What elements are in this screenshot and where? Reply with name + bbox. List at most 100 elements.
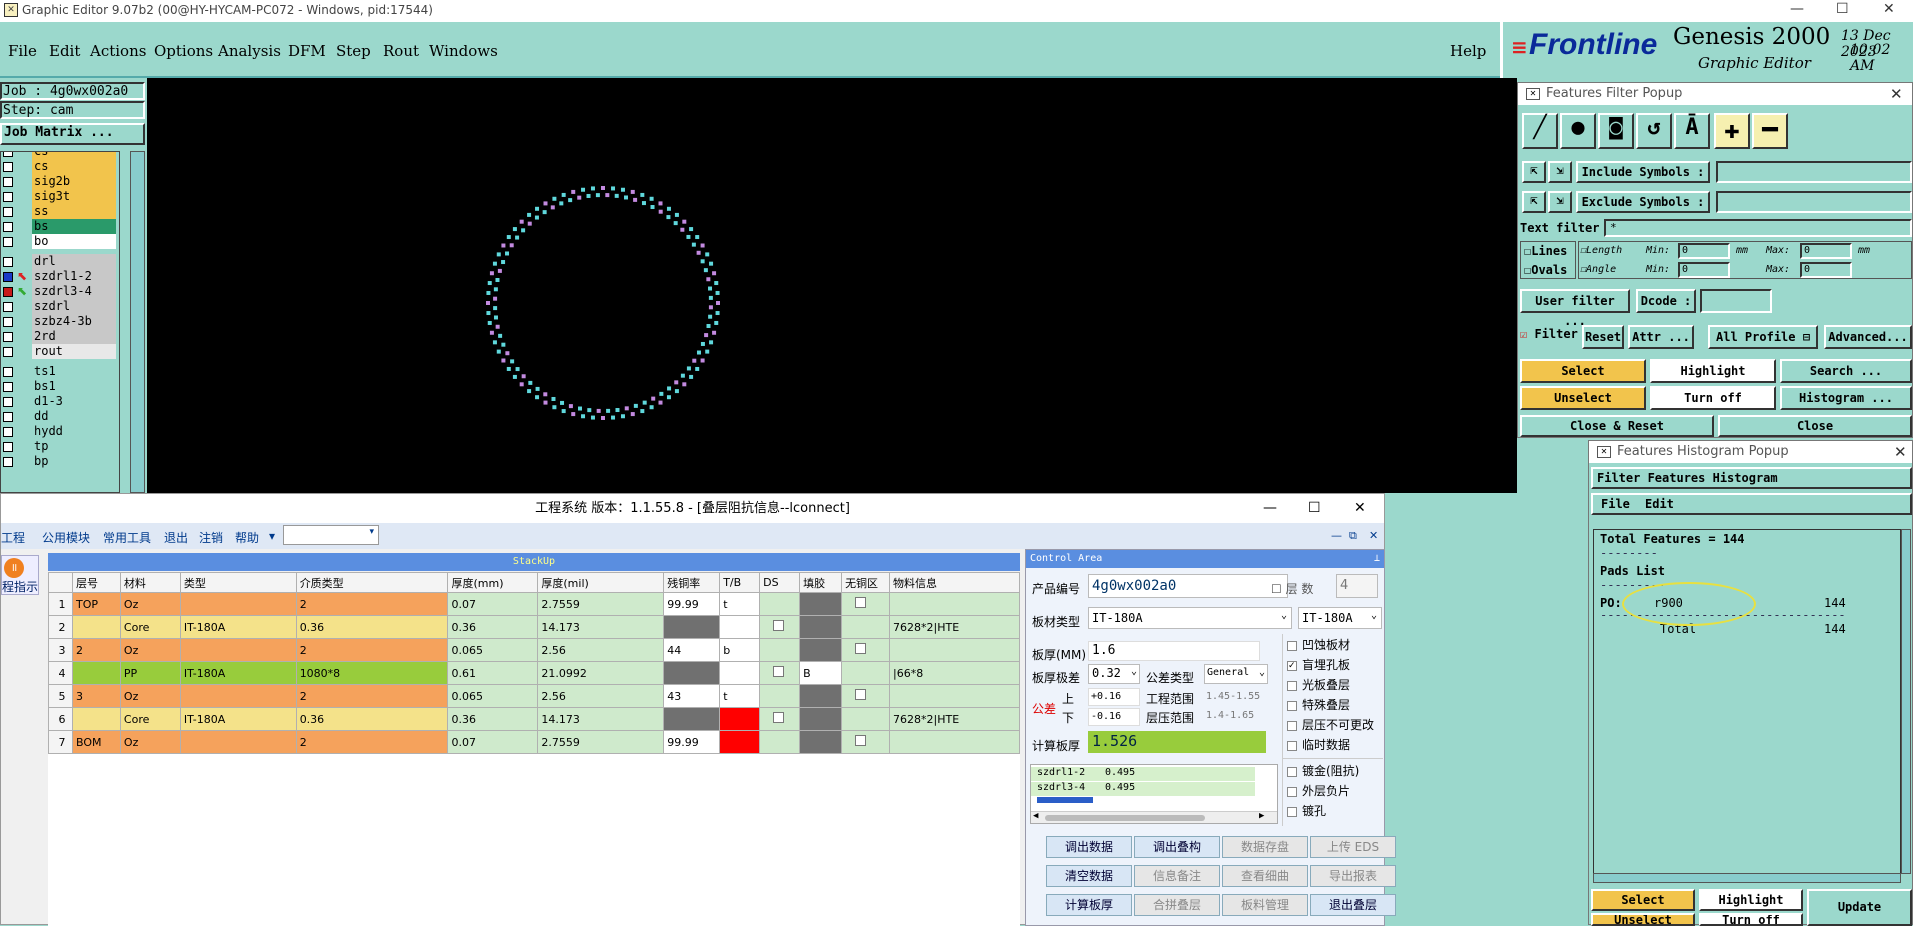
pad-feature[interactable] (641, 201, 646, 206)
table-cell[interactable]: 2 (295, 684, 449, 708)
app-menu-combo[interactable]: ▾ (283, 525, 379, 545)
option-checkbox[interactable]: 外层负片 (1287, 782, 1350, 799)
app-minimize-button[interactable]: — (1263, 494, 1277, 523)
text-tool-icon[interactable]: Ā (1674, 113, 1710, 149)
table-cell[interactable]: BOM (71, 730, 121, 754)
table-cell[interactable]: 44 (663, 638, 721, 662)
option-checkbox[interactable]: 凹蚀板材 (1287, 636, 1350, 653)
option-checkbox[interactable]: 光板叠层 (1287, 676, 1350, 693)
column-header[interactable]: T/B (719, 572, 761, 593)
table-cell[interactable]: t (719, 684, 761, 708)
table-cell[interactable]: Oz (119, 638, 181, 662)
pad-feature[interactable] (590, 186, 595, 191)
pad-feature[interactable] (712, 330, 717, 335)
layer-checkbox[interactable] (3, 347, 13, 357)
table-cell[interactable]: 1 (48, 592, 73, 616)
menu-file[interactable]: File (8, 42, 37, 60)
table-cell[interactable]: B (799, 661, 843, 685)
table-cell[interactable]: 2.7559 (537, 730, 665, 754)
menu-step[interactable]: Step (336, 42, 371, 60)
exclude-symbols-input[interactable] (1716, 191, 1912, 213)
column-header[interactable]: 填胶 (799, 572, 843, 593)
layer-row-sig2b[interactable]: sig2b (0, 174, 118, 189)
pad-feature[interactable] (658, 201, 663, 206)
pin-icon[interactable]: ⊥ (1374, 550, 1380, 568)
table-cell[interactable]: 21.0992 (537, 661, 665, 685)
layer-row-cs[interactable]: cs (0, 152, 118, 159)
row-checkbox[interactable] (855, 735, 867, 746)
table-cell[interactable] (841, 615, 891, 639)
pad-feature[interactable] (501, 260, 506, 265)
table-cell[interactable] (841, 592, 891, 616)
pad-feature[interactable] (709, 261, 714, 266)
plus-icon[interactable]: ✚ (1714, 113, 1750, 149)
pad-feature[interactable] (501, 243, 506, 248)
pad-feature[interactable] (577, 195, 582, 200)
angle-checkbox[interactable]: ☐Angle (1580, 264, 1616, 275)
table-cell[interactable]: 99.99 (663, 730, 721, 754)
board-type-select-2[interactable]: IT-180A ⌄ (1298, 607, 1382, 629)
menu-analysis[interactable]: Analysis (218, 42, 281, 60)
layer-row-szdrl[interactable]: szdrl (0, 299, 118, 314)
pad-feature[interactable] (527, 389, 532, 394)
pad-feature[interactable] (649, 196, 654, 201)
app-maximize-button[interactable]: ☐ (1308, 494, 1321, 523)
table-cell[interactable] (799, 730, 843, 754)
table-cell[interactable] (841, 661, 891, 685)
pad-feature[interactable] (674, 380, 679, 385)
pad-feature[interactable] (528, 380, 533, 385)
layer-row-bs1[interactable]: bs1 (0, 379, 118, 394)
pad-feature[interactable] (561, 409, 566, 414)
highlight-button[interactable]: Highlight (1650, 359, 1776, 383)
table-cell[interactable]: 5 (48, 684, 73, 708)
pad-feature[interactable] (680, 227, 685, 232)
table-cell[interactable] (663, 661, 721, 685)
pad-feature[interactable] (705, 252, 710, 257)
histogram-edit-menu[interactable]: Edit (1645, 497, 1674, 511)
pad-feature[interactable] (691, 242, 696, 247)
table-cell[interactable]: IT-180A (179, 615, 297, 639)
pad-feature[interactable] (542, 210, 547, 215)
pad-feature[interactable] (611, 186, 616, 191)
menu-options[interactable]: Options (154, 42, 213, 60)
minus-icon[interactable]: ━ (1752, 113, 1788, 149)
pad-feature[interactable] (497, 268, 502, 273)
pad-feature[interactable] (709, 340, 714, 345)
table-cell[interactable]: |66*8 (889, 661, 1020, 685)
column-header[interactable] (48, 572, 73, 593)
app-menu-tools[interactable]: 常用工具 (103, 529, 151, 546)
pad-feature[interactable] (493, 296, 498, 301)
pad-feature[interactable] (700, 358, 705, 363)
app-close-button[interactable]: ✕ (1354, 494, 1366, 523)
pad-feature[interactable] (560, 400, 565, 405)
layer-row-bo[interactable]: bo (0, 234, 118, 249)
layer-checkbox[interactable] (3, 367, 13, 377)
row-checkbox[interactable] (773, 712, 785, 723)
layer-checkbox[interactable] (3, 257, 13, 267)
option-checkbox[interactable]: 特殊叠层 (1287, 696, 1350, 713)
layer-row-2rd[interactable]: 2rd (0, 329, 118, 344)
table-cell[interactable] (841, 684, 891, 708)
pad-feature[interactable] (492, 340, 497, 345)
pad-feature[interactable] (706, 277, 711, 282)
drill-list-row[interactable]: szdrl3-4 0.495 (1031, 782, 1255, 796)
pad-feature[interactable] (486, 301, 490, 305)
pad-feature[interactable] (596, 408, 601, 413)
app-menu-logout[interactable]: 注销 (199, 529, 223, 546)
table-cell[interactable]: PP (119, 661, 181, 685)
pad-feature[interactable] (700, 243, 705, 248)
angle-max-input[interactable]: 0 (1800, 262, 1852, 278)
table-cell[interactable]: 7628*2|HTE (889, 707, 1020, 731)
pad-feature[interactable] (559, 201, 564, 206)
pad-feature[interactable] (543, 201, 548, 206)
pad-feature[interactable] (651, 396, 656, 401)
ovals-checkbox[interactable]: ☐Ovals (1524, 263, 1567, 277)
pad-feature[interactable] (666, 395, 671, 400)
pad-feature[interactable] (686, 366, 691, 371)
layer-checkbox[interactable] (3, 207, 13, 217)
table-cell[interactable]: 99.99 (663, 592, 721, 616)
layer-checkbox[interactable] (3, 222, 13, 232)
pad-feature[interactable] (510, 359, 515, 364)
layer-scrollbar[interactable] (130, 151, 145, 493)
pad-feature[interactable] (704, 333, 709, 338)
